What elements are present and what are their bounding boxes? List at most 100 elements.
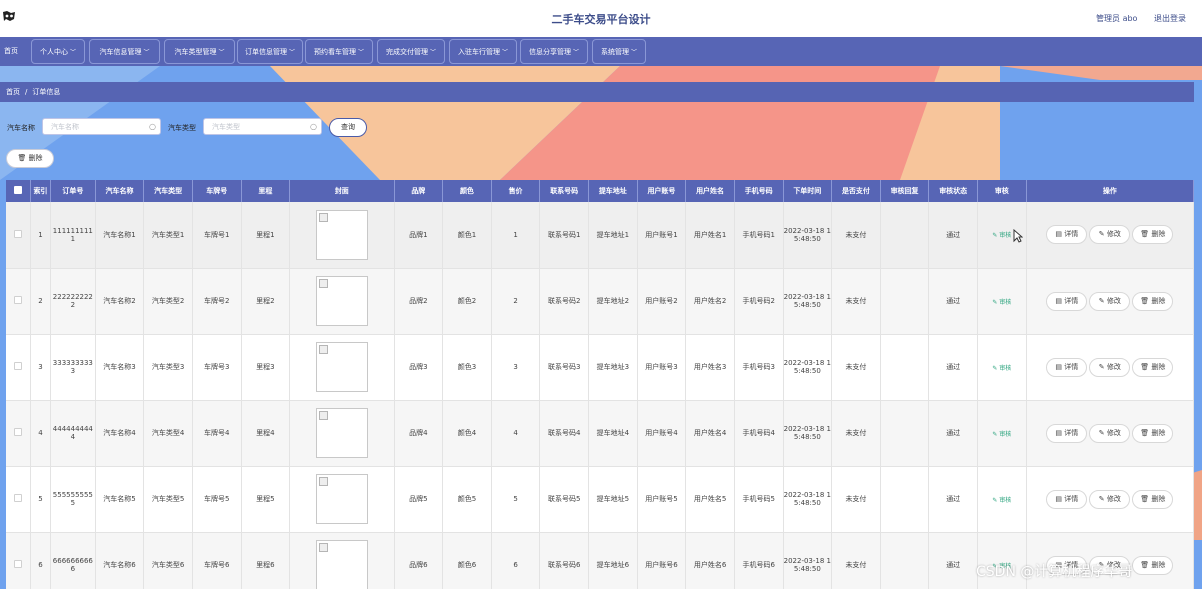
detail-button[interactable]: ▤ 详情 xyxy=(1046,291,1088,311)
detail-button[interactable]: ▤ 详情 xyxy=(1046,423,1088,443)
column-header[interactable]: 订单号 xyxy=(50,180,96,202)
column-header[interactable]: 联系号码 xyxy=(539,180,589,202)
nav-share[interactable]: 信息分享管理 ﹀ xyxy=(520,39,588,64)
cell-plate: 车牌号5 xyxy=(192,466,242,533)
audit-link[interactable]: ✎ 审核 xyxy=(992,497,1011,504)
cell-reply xyxy=(880,268,930,335)
cell-status: 通过 xyxy=(928,532,978,589)
nav-appointment[interactable]: 预约看车管理 ﹀ xyxy=(305,39,373,64)
document-icon: ▤ xyxy=(1055,428,1062,437)
row-checkbox[interactable] xyxy=(13,560,22,568)
breadcrumb-current: 订单信息 xyxy=(32,88,61,96)
column-header[interactable]: 车牌号 xyxy=(192,180,242,202)
cell-type: 汽车类型3 xyxy=(143,334,193,401)
search-icon: ○ xyxy=(149,122,156,131)
column-header[interactable]: 封面 xyxy=(289,180,395,202)
delete-button[interactable]: 🗑 删除 xyxy=(1132,225,1174,245)
row-checkbox[interactable] xyxy=(13,494,22,502)
column-header[interactable]: 汽车名称 xyxy=(95,180,145,202)
edit-button[interactable]: ✎ 修改 xyxy=(1089,291,1131,311)
query-button[interactable]: 查询 xyxy=(329,118,367,137)
document-icon: ▤ xyxy=(1055,362,1062,371)
logout-link[interactable]: 退出登录 xyxy=(1154,14,1186,23)
column-header[interactable]: 用户姓名 xyxy=(685,180,735,202)
detail-label: 详情 xyxy=(1064,494,1079,503)
cell-price: 3 xyxy=(491,334,541,401)
column-header[interactable]: 索引 xyxy=(30,180,52,202)
delete-button[interactable]: 🗑 删除 xyxy=(1132,423,1174,443)
cell-brand: 品牌1 xyxy=(394,202,444,269)
cell-time: 2022-03-18 15:48:50 xyxy=(783,400,833,467)
column-header[interactable]: 品牌 xyxy=(394,180,444,202)
edit-button[interactable]: ✎ 修改 xyxy=(1089,489,1131,509)
column-header[interactable]: 汽车类型 xyxy=(143,180,193,202)
cell-status: 通过 xyxy=(928,400,978,467)
cell-reply xyxy=(880,532,930,589)
column-header[interactable]: 提车地址 xyxy=(588,180,638,202)
detail-button[interactable]: ▤ 详情 xyxy=(1046,357,1088,377)
broken-image-icon xyxy=(315,342,368,392)
row-checkbox[interactable] xyxy=(13,229,22,238)
audit-link[interactable]: ✎ 审核 xyxy=(992,431,1011,438)
column-header[interactable]: 操作 xyxy=(1026,180,1195,202)
car-type-input[interactable] xyxy=(204,119,321,134)
cell-color: 颜色6 xyxy=(442,532,492,589)
edit-button[interactable]: ✎ 修改 xyxy=(1089,357,1131,377)
table-row[interactable]: 4 4444444444 汽车名称4 汽车类型4 车牌号4 里程4 品牌4 颜色4 4 联系号码4… xyxy=(6,400,1195,467)
delete-button[interactable]: 🗑 删除 xyxy=(1132,489,1174,509)
detail-button[interactable]: ▤ 详情 xyxy=(1046,489,1088,509)
car-name-input[interactable] xyxy=(43,119,160,134)
cell-name: 汽车名称6 xyxy=(95,532,145,589)
audit-link[interactable]: ✎ 审核 xyxy=(992,365,1011,372)
column-header[interactable]: 是否支付 xyxy=(831,180,881,202)
cell-name: 汽车名称3 xyxy=(95,334,145,401)
nav-system[interactable]: 系统管理 ﹀ xyxy=(592,39,646,64)
edit-label: 修改 xyxy=(1106,428,1121,437)
nav-car-type[interactable]: 汽车类型管理 ﹀ xyxy=(164,39,235,64)
delete-button[interactable]: 🗑 删除 xyxy=(1132,357,1174,377)
nav-personal-center[interactable]: 个人中心 ﹀ xyxy=(31,39,85,64)
nav-car-info[interactable]: 汽车信息管理 ﹀ xyxy=(89,39,160,64)
delete-label: 删除 xyxy=(1151,230,1166,239)
batch-delete-button[interactable]: 🗑 删除 xyxy=(6,149,54,168)
edit-button[interactable]: ✎ 修改 xyxy=(1089,423,1131,443)
cell-type: 汽车类型1 xyxy=(143,202,193,269)
delete-button[interactable]: 🗑 删除 xyxy=(1132,291,1174,311)
nav-order-info[interactable]: 订单信息管理 ﹀ xyxy=(237,39,303,64)
detail-button[interactable]: ▤ 详情 xyxy=(1046,225,1088,245)
nav-delivery[interactable]: 完成交付管理 ﹀ xyxy=(377,39,445,64)
breadcrumb-home[interactable]: 首页 xyxy=(6,88,20,96)
audit-link[interactable]: ✎ 审核 xyxy=(992,299,1011,306)
cell-plate: 车牌号6 xyxy=(192,532,242,589)
current-user[interactable]: 管理员 abo xyxy=(1096,14,1137,23)
trash-icon: 🗑 xyxy=(1140,428,1150,437)
audit-link[interactable]: ✎ 审核 xyxy=(992,232,1011,239)
cell-time: 2022-03-18 15:48:50 xyxy=(783,334,833,401)
column-header[interactable]: 售价 xyxy=(491,180,541,202)
car-logo-icon[interactable] xyxy=(2,9,16,23)
select-all-checkbox[interactable] xyxy=(13,186,22,194)
column-header[interactable]: 里程 xyxy=(241,180,291,202)
cell-address: 提车地址1 xyxy=(588,202,638,269)
chevron-down-icon: ﹀ xyxy=(143,49,150,56)
column-header[interactable]: 用户账号 xyxy=(637,180,687,202)
column-header[interactable]: 下单时间 xyxy=(783,180,833,202)
nav-home[interactable]: 首页 xyxy=(0,39,22,64)
cell-cover xyxy=(289,268,395,335)
column-header[interactable]: 审核 xyxy=(977,180,1027,202)
table-row[interactable]: 5 5555555555 汽车名称5 汽车类型5 车牌号5 里程5 品牌5 颜色5 5 联系号码5… xyxy=(6,466,1195,533)
row-checkbox[interactable] xyxy=(13,296,22,304)
column-header[interactable]: 审核回复 xyxy=(880,180,930,202)
cell-contact: 联系号码3 xyxy=(539,334,589,401)
edit-button[interactable]: ✎ 修改 xyxy=(1089,225,1131,245)
column-header[interactable]: 手机号码 xyxy=(734,180,784,202)
pencil-icon: ✎ xyxy=(1098,296,1105,305)
table-row[interactable]: 3 3333333333 汽车名称3 汽车类型3 车牌号3 里程3 品牌3 颜色3 3 联系号码3… xyxy=(6,334,1195,401)
table-row[interactable]: 2 2222222222 汽车名称2 汽车类型2 车牌号2 里程2 品牌2 颜色2 2 联系号码2… xyxy=(6,268,1195,335)
delete-button[interactable]: 🗑 删除 xyxy=(1132,555,1174,575)
nav-dealer[interactable]: 入驻车行管理 ﹀ xyxy=(449,39,517,64)
column-header[interactable]: 颜色 xyxy=(442,180,492,202)
row-checkbox[interactable] xyxy=(13,428,22,436)
column-header[interactable]: 审核状态 xyxy=(928,180,978,202)
row-checkbox[interactable] xyxy=(13,362,22,370)
